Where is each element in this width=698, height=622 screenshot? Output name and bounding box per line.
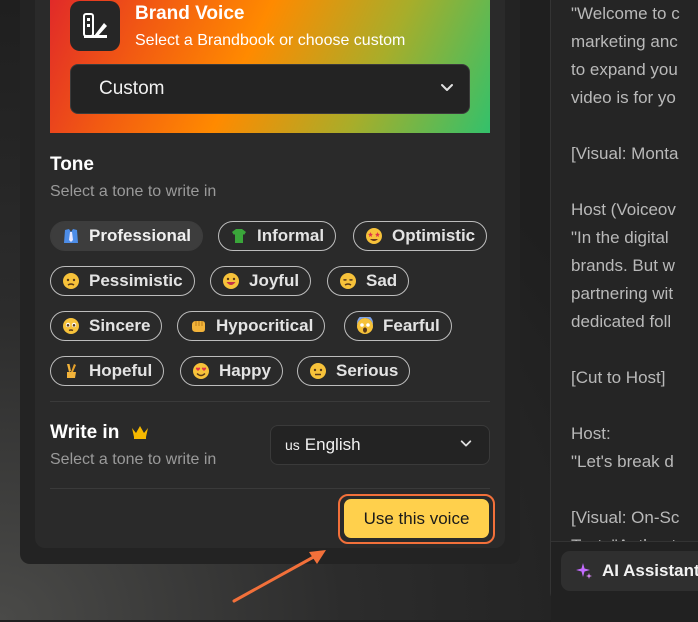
tone-chip-sincere[interactable]: Sincere (50, 311, 163, 341)
divider (50, 401, 490, 402)
tone-chip-fearful[interactable]: Fearful (344, 311, 452, 341)
use-this-voice-button[interactable]: Use this voice (344, 499, 489, 538)
pleading-face-icon (61, 316, 81, 336)
tone-subtitle: Select a tone to write in (50, 183, 217, 200)
crossed-fingers-icon (61, 361, 81, 381)
screaming-face-icon (355, 316, 375, 336)
us-flag-icon: us (285, 437, 300, 453)
language-select-value: English (304, 435, 361, 454)
tone-chip-informal[interactable]: Informal (218, 221, 337, 251)
write-in-subtitle: Select a tone to write in (50, 451, 217, 468)
worried-face-icon (61, 271, 81, 291)
language-select[interactable]: us English (270, 425, 490, 465)
brand-voice-subtitle: Select a Brandbook or choose custom (135, 32, 406, 49)
tone-chip-happy[interactable]: Happy (180, 356, 283, 386)
brandbook-icon (70, 1, 120, 51)
sad-face-icon (338, 271, 358, 291)
tone-chip-optimistic[interactable]: Optimistic (353, 221, 488, 251)
ai-assistant-button[interactable]: AI Assistant (561, 551, 698, 591)
crown-icon (131, 424, 149, 445)
tone-chip-professional[interactable]: Professional (50, 221, 204, 251)
tone-chip-sad[interactable]: Sad (327, 266, 410, 296)
brand-voice-title: Brand Voice (135, 3, 245, 24)
punch-hand-icon (188, 316, 208, 336)
grinning-face-icon (221, 271, 241, 291)
sparkle-icon (575, 562, 593, 580)
tone-chip-pessimistic[interactable]: Pessimistic (50, 266, 195, 296)
tone-chip-hopeful[interactable]: Hopeful (50, 356, 165, 386)
tone-chip-joyful[interactable]: Joyful (210, 266, 312, 296)
necktie-shirt-icon (61, 226, 81, 246)
write-in-title: Write in (50, 422, 120, 443)
annotation-arrow-icon (232, 550, 326, 603)
brandbook-select-value: Custom (99, 78, 165, 99)
neutral-face-icon (308, 361, 328, 381)
script-text[interactable]: "Welcome to c marketing anc to expand yo… (571, 0, 698, 560)
chevron-down-icon (439, 79, 455, 100)
t-shirt-icon (229, 226, 249, 246)
brandbook-select[interactable]: Custom (70, 64, 470, 114)
star-struck-face-icon (364, 226, 384, 246)
heart-eyes-face-icon (191, 361, 211, 381)
chevron-down-icon (459, 436, 473, 455)
tone-title: Tone (50, 154, 94, 175)
divider (50, 488, 490, 489)
tone-chip-serious[interactable]: Serious (297, 356, 411, 386)
tone-chip-hypocritical[interactable]: Hypocritical (177, 311, 326, 341)
